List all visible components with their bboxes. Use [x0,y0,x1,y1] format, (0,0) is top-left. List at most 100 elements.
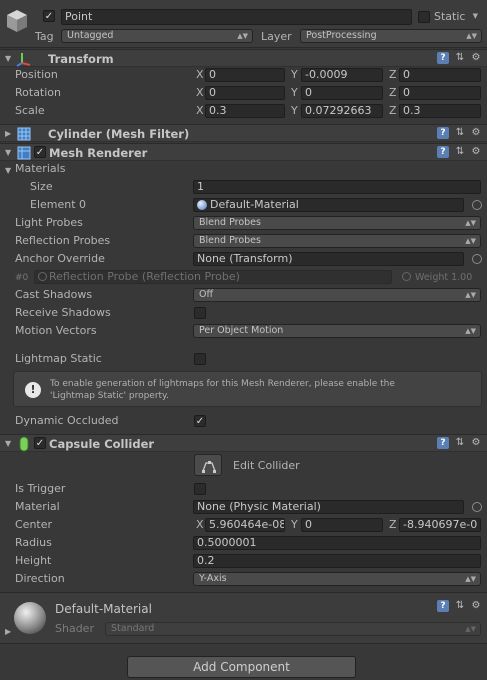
gear-icon[interactable]: ⚙ [470,52,482,64]
axis-y-label: Y [291,518,298,531]
add-component-label: Add Component [193,660,290,674]
preset-icon[interactable]: ⇅ [454,127,466,139]
static-dropdown-arrow[interactable]: ▼ [470,10,482,24]
light-probes-dropdown[interactable]: Blend Probes ▲▼ [193,216,481,230]
help-icon[interactable]: ? [437,146,449,158]
help-icon[interactable]: ? [437,52,449,64]
preset-icon[interactable]: ⇅ [454,437,466,449]
foldout-collapsed-icon[interactable]: ▶ [5,129,11,139]
position-x-field[interactable]: 0 [205,68,285,82]
materials-size-field[interactable]: 1 [193,180,481,194]
axis-x-label: X [196,68,204,81]
receive-shadows-checkbox[interactable] [194,307,206,319]
foldout-expanded-icon[interactable]: ▼ [5,439,11,449]
center-x-field[interactable]: 5.960464e-08 [205,518,285,532]
probe-index: #0 [15,273,29,283]
active-checkbox[interactable]: ✓ [43,10,55,22]
static-label: Static [434,10,466,23]
collider-material-label: Material [15,500,60,513]
edit-collider-label: Edit Collider [233,459,300,472]
reflection-probe-field: Reflection Probe (Reflection Probe) [34,270,392,284]
help-text-line1: To enable generation of lightmaps for th… [50,379,395,389]
capsule-collider-title: Capsule Collider [49,437,155,451]
static-checkbox[interactable] [418,11,430,23]
object-picker-icon[interactable] [472,502,482,512]
tag-dropdown[interactable]: Untagged ▲▼ [61,29,253,43]
position-z-field[interactable]: 0 [399,68,481,82]
anchor-override-field[interactable]: None (Transform) [193,252,464,266]
axis-y-label: Y [291,68,298,81]
gear-icon[interactable]: ⚙ [470,146,482,158]
scale-z-field[interactable]: 0.3 [399,104,481,118]
transform-header[interactable]: ▼ Transform ? ⇅ ⚙ [0,49,487,67]
axis-y-label: Y [291,104,298,117]
cast-shadows-dropdown[interactable]: Off ▲▼ [193,288,481,302]
foldout-expanded-icon[interactable]: ▼ [5,148,11,158]
rotation-y-field[interactable]: 0 [301,86,383,100]
material-foldout-icon[interactable]: ▶ [5,627,11,637]
light-probes-label: Light Probes [15,216,83,229]
center-z-field[interactable]: -8.940697e-0 [399,518,481,532]
reflection-probes-dropdown[interactable]: Blend Probes ▲▼ [193,234,481,248]
foldout-expanded-icon[interactable]: ▼ [5,54,11,64]
preset-icon[interactable]: ⇅ [454,146,466,158]
center-y-field[interactable]: 0 [301,518,383,532]
preset-icon[interactable]: ⇅ [454,52,466,64]
radius-field[interactable]: 0.5000001 [193,536,481,550]
lightmap-static-checkbox[interactable] [194,353,206,365]
axis-z-label: Z [389,518,397,531]
direction-dropdown[interactable]: Y-Axis ▲▼ [193,572,481,586]
axis-z-label: Z [389,68,397,81]
help-icon[interactable]: ? [437,437,449,449]
object-picker-icon[interactable] [472,200,482,210]
dynamic-occluded-label: Dynamic Occluded [15,414,119,427]
material-preview-sphere-icon [14,602,46,634]
scale-x-field[interactable]: 0.3 [205,104,285,118]
shader-dropdown[interactable]: Standard ▲▼ [105,622,481,636]
mesh-filter-title: Cylinder (Mesh Filter) [48,127,190,141]
collider-material-field[interactable]: None (Physic Material) [193,500,464,514]
mesh-renderer-title: Mesh Renderer [49,146,148,160]
help-icon[interactable]: ? [437,127,449,139]
position-y-field[interactable]: -0.0009 [301,68,383,82]
capsule-collider-header[interactable]: ▼ ✓ Capsule Collider ? ⇅ ⚙ [0,434,487,452]
add-component-button[interactable]: Add Component [127,656,356,678]
axis-x-label: X [196,518,204,531]
help-icon[interactable]: ? [437,600,449,612]
height-field[interactable]: 0.2 [193,554,481,568]
dynamic-occluded-checkbox[interactable]: ✓ [194,415,206,427]
preset-icon[interactable]: ⇅ [454,600,466,612]
mesh-filter-header[interactable]: ▶ Cylinder (Mesh Filter) ? ⇅ ⚙ [0,124,487,142]
is-trigger-checkbox[interactable] [194,483,206,495]
element0-field[interactable]: Default-Material [193,198,464,212]
reflection-probe-icon [38,272,47,281]
gear-icon[interactable]: ⚙ [470,127,482,139]
object-picker-icon[interactable] [472,254,482,264]
anchor-override-label: Anchor Override [15,252,105,265]
materials-foldout-icon[interactable]: ▼ [5,166,11,176]
scale-label: Scale [15,104,45,117]
scale-y-field[interactable]: 0.07292663 [301,104,383,118]
gear-icon[interactable]: ⚙ [470,600,482,612]
motion-vectors-label: Motion Vectors [15,324,97,337]
axis-z-label: Z [389,86,397,99]
mesh-filter-icon [17,127,31,141]
gameobject-header: ✓ Point Static ▼ Tag Untagged ▲▼ Layer Po… [0,0,487,48]
gear-icon[interactable]: ⚙ [470,437,482,449]
rotation-x-field[interactable]: 0 [205,86,285,100]
tag-label: Tag [35,30,54,43]
axis-x-label: X [196,104,204,117]
mesh-renderer-enabled-checkbox[interactable]: ✓ [34,146,46,158]
edit-collider-icon [202,461,216,473]
layer-dropdown[interactable]: PostProcessing ▲▼ [300,29,482,43]
mesh-renderer-header[interactable]: ▼ ✓ Mesh Renderer ? ⇅ ⚙ [0,143,487,161]
capsule-collider-icon [19,436,29,452]
transform-title: Transform [48,52,114,66]
weight-icon [402,272,411,281]
capsule-collider-enabled-checkbox[interactable]: ✓ [34,437,46,449]
motion-vectors-dropdown[interactable]: Per Object Motion ▲▼ [193,324,481,338]
chevron-updown-icon: ▲▼ [465,575,476,583]
rotation-z-field[interactable]: 0 [399,86,481,100]
name-field[interactable]: Point [61,9,412,25]
edit-collider-button[interactable] [194,454,222,476]
